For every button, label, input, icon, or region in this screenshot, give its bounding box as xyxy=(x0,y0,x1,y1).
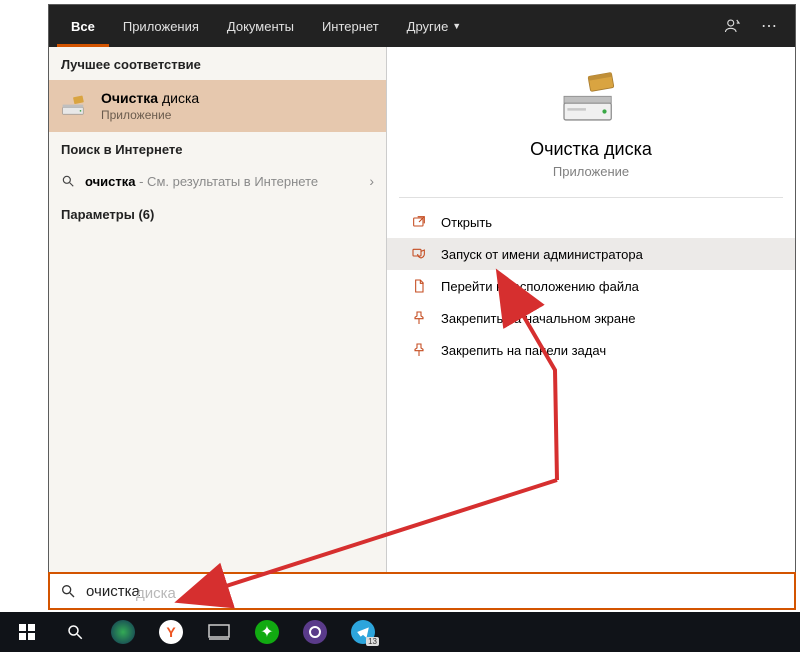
tab-more-label: Другие xyxy=(407,19,449,34)
action-pin-start[interactable]: Закрепить на начальном экране xyxy=(387,302,795,334)
taskbar-app-1[interactable] xyxy=(100,612,146,652)
preview-pane: Очистка диска Приложение Открыть Запуск … xyxy=(387,47,795,605)
best-match-header: Лучшее соответствие xyxy=(49,47,386,80)
search-icon xyxy=(61,174,75,188)
pin-taskbar-icon xyxy=(411,342,427,358)
open-icon xyxy=(411,214,427,230)
preview-title: Очистка диска xyxy=(530,139,652,160)
search-tabs: Все Приложения Документы Интернет Другие… xyxy=(49,5,795,47)
web-search-label: очистка - См. результаты в Интернете xyxy=(85,174,359,189)
best-match-subtitle: Приложение xyxy=(101,108,199,122)
tab-documents[interactable]: Документы xyxy=(213,5,308,47)
parameters-header[interactable]: Параметры (6) xyxy=(49,197,386,230)
action-open[interactable]: Открыть xyxy=(387,206,795,238)
best-match-title: Очистка диска xyxy=(101,90,199,106)
taskbar-app-yandex[interactable]: Y xyxy=(148,612,194,652)
search-icon xyxy=(66,623,84,641)
tab-more[interactable]: Другие ▼ xyxy=(393,5,476,47)
feedback-icon[interactable] xyxy=(715,5,751,47)
taskbar-task-view[interactable] xyxy=(196,612,242,652)
preview-actions: Открыть Запуск от имени администратора П… xyxy=(387,198,795,374)
pin-start-icon xyxy=(411,310,427,326)
start-search-panel: Все Приложения Документы Интернет Другие… xyxy=(48,4,796,606)
action-admin-label: Запуск от имени администратора xyxy=(441,247,643,262)
more-options-icon[interactable]: ⋯ xyxy=(751,5,787,47)
action-pin-taskbar-label: Закрепить на панели задач xyxy=(441,343,606,358)
chevron-right-icon: › xyxy=(369,173,374,189)
disk-cleanup-icon xyxy=(557,71,625,125)
tab-web[interactable]: Интернет xyxy=(308,5,393,47)
action-open-file-location[interactable]: Перейти к расположению файла xyxy=(387,270,795,302)
taskbar-search-button[interactable] xyxy=(52,612,98,652)
search-icon xyxy=(60,583,76,599)
taskbar-app-2[interactable]: ✦ xyxy=(244,612,290,652)
disk-cleanup-icon xyxy=(61,95,89,117)
taskbar-app-telegram[interactable]: 13 xyxy=(340,612,386,652)
admin-shield-icon xyxy=(411,246,427,262)
action-location-label: Перейти к расположению файла xyxy=(441,279,639,294)
web-search-item[interactable]: очистка - См. результаты в Интернете › xyxy=(49,165,386,197)
taskbar-search-box[interactable] xyxy=(48,572,796,610)
chevron-down-icon: ▼ xyxy=(452,21,461,31)
tab-apps[interactable]: Приложения xyxy=(109,5,213,47)
preview-subtitle: Приложение xyxy=(553,164,629,179)
action-pin-start-label: Закрепить на начальном экране xyxy=(441,311,636,326)
action-run-as-admin[interactable]: Запуск от имени администратора xyxy=(387,238,795,270)
start-button[interactable] xyxy=(4,612,50,652)
tab-all[interactable]: Все xyxy=(57,5,109,47)
file-location-icon xyxy=(411,278,427,294)
task-view-icon xyxy=(208,624,230,640)
taskbar-app-tor[interactable] xyxy=(292,612,338,652)
best-match-item[interactable]: Очистка диска Приложение xyxy=(49,80,386,132)
web-search-header: Поиск в Интернете xyxy=(49,132,386,165)
windows-logo-icon xyxy=(19,624,35,640)
results-left-pane: Лучшее соответствие Очистка диска Прилож… xyxy=(49,47,387,605)
action-open-label: Открыть xyxy=(441,215,492,230)
action-pin-taskbar[interactable]: Закрепить на панели задач xyxy=(387,334,795,366)
taskbar: Y ✦ 13 xyxy=(0,612,800,652)
search-input[interactable] xyxy=(86,583,784,600)
